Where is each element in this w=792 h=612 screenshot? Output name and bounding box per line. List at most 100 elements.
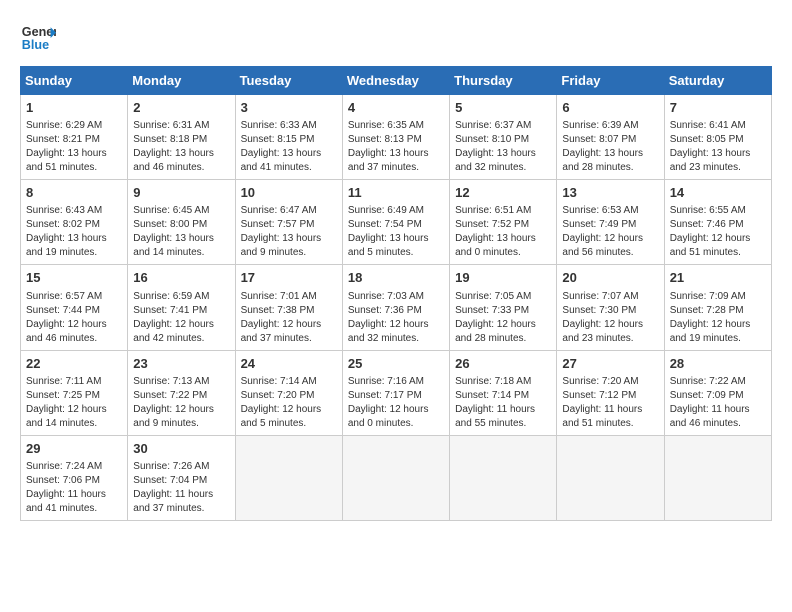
day-number: 24 [241,355,337,373]
day-detail: Sunrise: 7:14 AM Sunset: 7:20 PM Dayligh… [241,375,337,431]
day-number: 18 [348,269,444,287]
calendar-cell: 13 Sunrise: 6:53 AM Sunset: 7:49 PM Dayli… [557,180,664,265]
day-number: 17 [241,269,337,287]
logo: General Blue [20,20,56,56]
day-detail: Sunrise: 6:53 AM Sunset: 7:49 PM Dayligh… [562,204,658,260]
calendar-cell [235,435,342,520]
day-detail: Sunrise: 7:09 AM Sunset: 7:28 PM Dayligh… [670,290,766,346]
calendar-cell: 27 Sunrise: 7:20 AM Sunset: 7:12 PM Dayli… [557,350,664,435]
calendar-cell: 18Sunrise: 7:03 AM Sunset: 7:36 PM Dayli… [342,265,449,350]
calendar-cell [664,435,771,520]
day-detail: Sunrise: 7:05 AM Sunset: 7:33 PM Dayligh… [455,290,551,346]
day-number: 6 [562,99,658,117]
calendar-cell: 24 Sunrise: 7:14 AM Sunset: 7:20 PM Dayli… [235,350,342,435]
week-row-2: 8 Sunrise: 6:43 AM Sunset: 8:02 PM Daylig… [21,180,772,265]
day-number: 13 [562,184,658,202]
calendar-cell: 16 Sunrise: 6:59 AM Sunset: 7:41 PM Dayli… [128,265,235,350]
day-number: 9 [133,184,229,202]
calendar-cell: 4Sunrise: 6:35 AM Sunset: 8:13 PM Daylig… [342,95,449,180]
weekday-header-friday: Friday [557,67,664,95]
weekday-header-monday: Monday [128,67,235,95]
weekday-header-tuesday: Tuesday [235,67,342,95]
day-detail: Sunrise: 7:11 AM Sunset: 7:25 PM Dayligh… [26,375,122,431]
calendar-cell: 10 Sunrise: 6:47 AM Sunset: 7:57 PM Dayli… [235,180,342,265]
weekday-header-wednesday: Wednesday [342,67,449,95]
day-number: 2 [133,99,229,117]
day-number: 4 [348,99,444,117]
calendar-cell: 28 Sunrise: 7:22 AM Sunset: 7:09 PM Dayli… [664,350,771,435]
day-detail: Sunrise: 6:43 AM Sunset: 8:02 PM Dayligh… [26,204,122,260]
day-number: 22 [26,355,122,373]
svg-text:Blue: Blue [22,38,49,52]
day-detail: Sunrise: 7:20 AM Sunset: 7:12 PM Dayligh… [562,375,658,431]
day-detail: Sunrise: 6:39 AM Sunset: 8:07 PM Dayligh… [562,119,658,175]
day-detail: Sunrise: 7:13 AM Sunset: 7:22 PM Dayligh… [133,375,229,431]
calendar-cell [342,435,449,520]
day-detail: Sunrise: 6:29 AM Sunset: 8:21 PM Dayligh… [26,119,122,175]
weekday-header-thursday: Thursday [450,67,557,95]
week-row-3: 15 Sunrise: 6:57 AM Sunset: 7:44 PM Dayli… [21,265,772,350]
weekday-header-saturday: Saturday [664,67,771,95]
day-number: 21 [670,269,766,287]
weekday-header-row: SundayMondayTuesdayWednesdayThursdayFrid… [21,67,772,95]
day-number: 28 [670,355,766,373]
calendar-cell: 20 Sunrise: 7:07 AM Sunset: 7:30 PM Dayli… [557,265,664,350]
day-number: 27 [562,355,658,373]
day-number: 23 [133,355,229,373]
day-number: 30 [133,440,229,458]
calendar-cell: 29Sunrise: 7:24 AM Sunset: 7:06 PM Dayli… [21,435,128,520]
day-detail: Sunrise: 7:24 AM Sunset: 7:06 PM Dayligh… [26,460,122,516]
calendar-cell: 8 Sunrise: 6:43 AM Sunset: 8:02 PM Daylig… [21,180,128,265]
week-row-1: 1 Sunrise: 6:29 AM Sunset: 8:21 PM Daylig… [21,95,772,180]
calendar-cell: 19Sunrise: 7:05 AM Sunset: 7:33 PM Dayli… [450,265,557,350]
day-number: 15 [26,269,122,287]
day-number: 1 [26,99,122,117]
week-row-5: 29Sunrise: 7:24 AM Sunset: 7:06 PM Dayli… [21,435,772,520]
calendar-cell: 11 Sunrise: 6:49 AM Sunset: 7:54 PM Dayli… [342,180,449,265]
calendar-cell: 25 Sunrise: 7:16 AM Sunset: 7:17 PM Dayli… [342,350,449,435]
day-detail: Sunrise: 6:51 AM Sunset: 7:52 PM Dayligh… [455,204,551,260]
calendar-cell: 17 Sunrise: 7:01 AM Sunset: 7:38 PM Dayli… [235,265,342,350]
calendar-cell: 21 Sunrise: 7:09 AM Sunset: 7:28 PM Dayli… [664,265,771,350]
calendar-cell: 14Sunrise: 6:55 AM Sunset: 7:46 PM Dayli… [664,180,771,265]
day-detail: Sunrise: 7:07 AM Sunset: 7:30 PM Dayligh… [562,290,658,346]
day-detail: Sunrise: 7:01 AM Sunset: 7:38 PM Dayligh… [241,290,337,346]
day-number: 7 [670,99,766,117]
calendar-cell: 12Sunrise: 6:51 AM Sunset: 7:52 PM Dayli… [450,180,557,265]
calendar-table: SundayMondayTuesdayWednesdayThursdayFrid… [20,66,772,521]
day-detail: Sunrise: 7:22 AM Sunset: 7:09 PM Dayligh… [670,375,766,431]
day-detail: Sunrise: 6:57 AM Sunset: 7:44 PM Dayligh… [26,290,122,346]
calendar-cell [557,435,664,520]
day-number: 16 [133,269,229,287]
day-detail: Sunrise: 7:26 AM Sunset: 7:04 PM Dayligh… [133,460,229,516]
calendar-cell: 26 Sunrise: 7:18 AM Sunset: 7:14 PM Dayli… [450,350,557,435]
day-detail: Sunrise: 6:59 AM Sunset: 7:41 PM Dayligh… [133,290,229,346]
day-number: 14 [670,184,766,202]
calendar-cell: 30 Sunrise: 7:26 AM Sunset: 7:04 PM Dayli… [128,435,235,520]
week-row-4: 22 Sunrise: 7:11 AM Sunset: 7:25 PM Dayli… [21,350,772,435]
day-detail: Sunrise: 7:16 AM Sunset: 7:17 PM Dayligh… [348,375,444,431]
calendar-cell: 15 Sunrise: 6:57 AM Sunset: 7:44 PM Dayli… [21,265,128,350]
calendar-cell: 1 Sunrise: 6:29 AM Sunset: 8:21 PM Daylig… [21,95,128,180]
day-number: 3 [241,99,337,117]
weekday-header-sunday: Sunday [21,67,128,95]
day-number: 10 [241,184,337,202]
day-number: 26 [455,355,551,373]
day-number: 8 [26,184,122,202]
day-detail: Sunrise: 6:45 AM Sunset: 8:00 PM Dayligh… [133,204,229,260]
day-detail: Sunrise: 6:41 AM Sunset: 8:05 PM Dayligh… [670,119,766,175]
calendar-cell: 3 Sunrise: 6:33 AM Sunset: 8:15 PM Daylig… [235,95,342,180]
page-header: General Blue [20,20,772,56]
day-detail: Sunrise: 6:33 AM Sunset: 8:15 PM Dayligh… [241,119,337,175]
day-detail: Sunrise: 7:18 AM Sunset: 7:14 PM Dayligh… [455,375,551,431]
day-detail: Sunrise: 6:47 AM Sunset: 7:57 PM Dayligh… [241,204,337,260]
day-number: 25 [348,355,444,373]
day-detail: Sunrise: 6:49 AM Sunset: 7:54 PM Dayligh… [348,204,444,260]
calendar-cell: 5 Sunrise: 6:37 AM Sunset: 8:10 PM Daylig… [450,95,557,180]
day-detail: Sunrise: 6:37 AM Sunset: 8:10 PM Dayligh… [455,119,551,175]
day-number: 20 [562,269,658,287]
calendar-cell [450,435,557,520]
calendar-cell: 6 Sunrise: 6:39 AM Sunset: 8:07 PM Daylig… [557,95,664,180]
day-number: 5 [455,99,551,117]
day-number: 11 [348,184,444,202]
